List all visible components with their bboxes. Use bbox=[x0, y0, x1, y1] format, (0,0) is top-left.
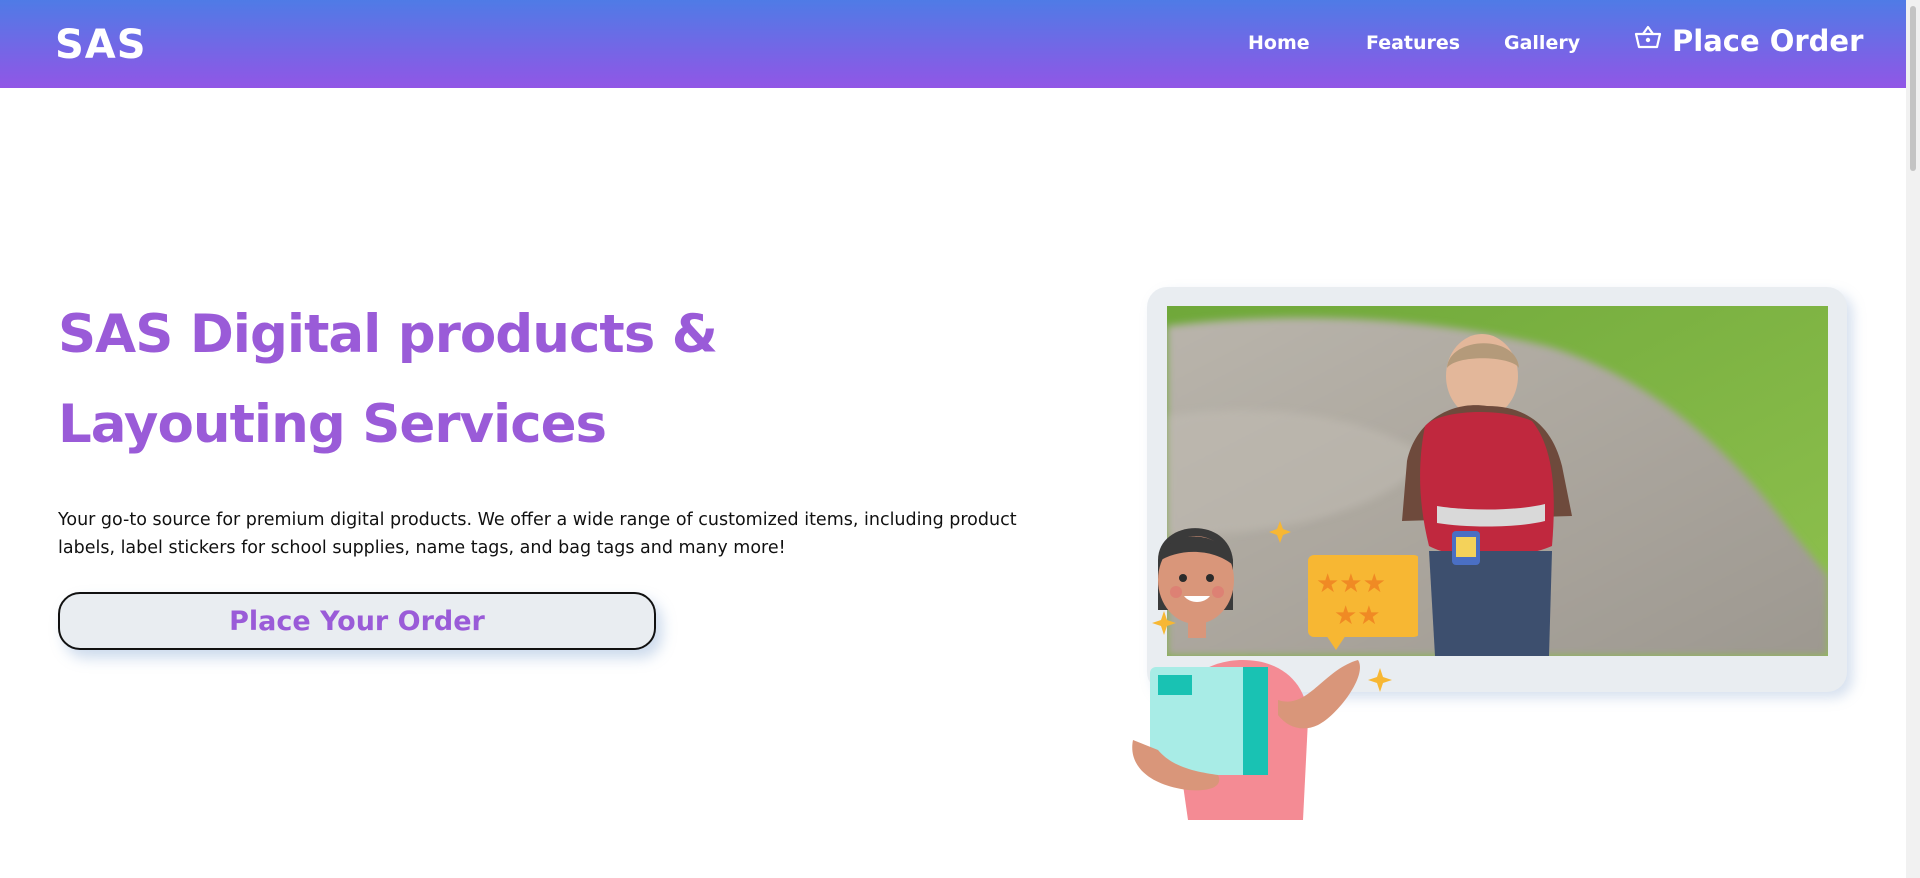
nav-link-home[interactable]: Home bbox=[1248, 32, 1310, 54]
basket-icon bbox=[1634, 23, 1662, 51]
nav-place-order-label: Place Order bbox=[1672, 24, 1864, 58]
hero-title-line1: SAS Digital products & bbox=[58, 304, 718, 365]
place-your-order-button[interactable]: Place Your Order bbox=[58, 592, 656, 650]
page-scrollbar[interactable] bbox=[1906, 0, 1920, 878]
nav-place-order-link[interactable]: Place Order bbox=[1634, 24, 1863, 58]
svg-text:★★★: ★★★ bbox=[1316, 569, 1386, 599]
nav-link-features[interactable]: Features bbox=[1366, 32, 1460, 54]
nav-link-gallery[interactable]: Gallery bbox=[1504, 32, 1580, 54]
hero-description: Your go-to source for premium digital pr… bbox=[58, 510, 1017, 558]
svg-text:★★: ★★ bbox=[1334, 601, 1381, 631]
top-navbar: SAS Home Features Gallery Place Order bbox=[0, 0, 1906, 88]
hero-title-line2: Layouting Services bbox=[58, 394, 607, 455]
hero-title: SAS Digital products & Layouting Service… bbox=[58, 290, 958, 470]
girl-holding-package-illustration: ★★★ ★★ bbox=[1118, 500, 1420, 830]
scrollbar-thumb[interactable] bbox=[1910, 6, 1916, 171]
site-logo[interactable]: SAS bbox=[55, 22, 147, 68]
